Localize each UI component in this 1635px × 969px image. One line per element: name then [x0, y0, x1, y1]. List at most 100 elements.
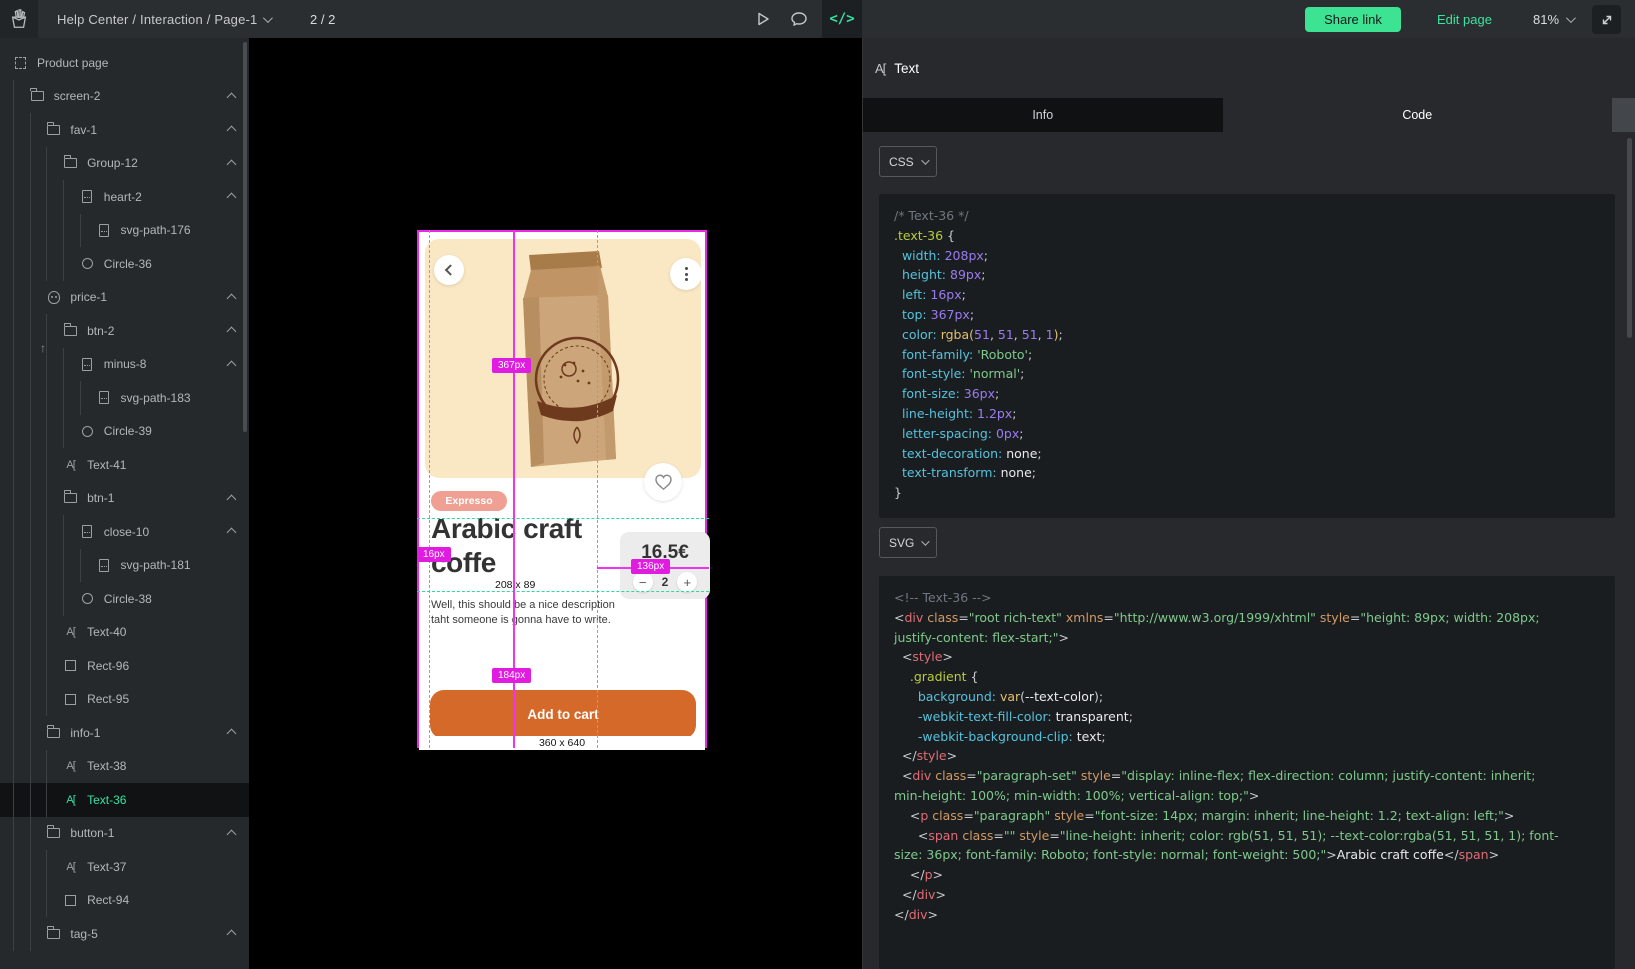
collapse-chevron-icon[interactable]	[227, 327, 237, 337]
layer-row-close-10[interactable]: close-10	[0, 515, 249, 549]
indent-guide	[46, 649, 47, 683]
css-dropdown[interactable]: CSS	[879, 146, 937, 177]
layer-label: svg-path-181	[121, 558, 191, 572]
indent-guide	[63, 348, 64, 382]
layer-row-Circle-36[interactable]: Circle-36	[0, 247, 249, 281]
layer-row-Text-37[interactable]: A[Text-37	[0, 850, 249, 884]
more-options-button[interactable]	[670, 258, 701, 290]
plus-button[interactable]: +	[677, 572, 697, 592]
code-mode-button[interactable]: </>	[822, 0, 862, 38]
indent-guide	[46, 314, 47, 348]
layer-row-Rect-96[interactable]: Rect-96	[0, 649, 249, 683]
expand-arrows-icon	[1600, 13, 1614, 27]
fullscreen-button[interactable]	[1592, 5, 1621, 34]
layer-row-button-1[interactable]: button-1	[0, 817, 249, 851]
selection-size-label: 208 x 89	[495, 579, 535, 591]
layer-label: Text-40	[87, 625, 126, 639]
code-line: color: rgba(51, 51, 51, 1);	[894, 325, 1600, 345]
indent-guide	[30, 314, 31, 348]
indent-guide	[13, 448, 14, 482]
layer-row-btn-2[interactable]: btn-2	[0, 314, 249, 348]
layer-label: Circle-39	[104, 424, 152, 438]
quantity-value: 2	[662, 575, 669, 589]
play-button[interactable]	[748, 0, 778, 38]
indent-guide	[46, 482, 47, 516]
layer-label: Circle-36	[104, 257, 152, 271]
indent-guide	[30, 147, 31, 181]
indent-guide	[13, 482, 14, 516]
collapse-chevron-icon[interactable]	[227, 494, 237, 504]
layer-label: Circle-38	[104, 592, 152, 606]
indent-guide	[13, 549, 14, 583]
indent-guide	[30, 214, 31, 248]
minus-button[interactable]: −	[633, 572, 653, 592]
tab-info[interactable]: Info	[863, 98, 1223, 132]
collapse-chevron-icon[interactable]	[227, 159, 237, 169]
text-icon: A[	[63, 759, 78, 774]
zoom-control[interactable]: 81%	[1533, 0, 1573, 38]
comment-button[interactable]	[784, 0, 814, 38]
layer-row-Text-40[interactable]: A[Text-40	[0, 616, 249, 650]
collapse-chevron-icon[interactable]	[227, 126, 237, 136]
layer-row-Text-41[interactable]: A[Text-41	[0, 448, 249, 482]
layer-row-svg-path-183[interactable]: svg-path-183	[0, 381, 249, 415]
layer-row-svg-path-176[interactable]: svg-path-176	[0, 214, 249, 248]
sidebar-scrollbar[interactable]	[243, 42, 247, 432]
app-logo[interactable]	[0, 0, 38, 38]
layer-row-tag-5[interactable]: tag-5	[0, 917, 249, 951]
code-line: line-height: 1.2px;	[894, 404, 1600, 424]
screen-frame[interactable]: Expresso Arabic craft coffe 208 x 89 Wel…	[417, 230, 707, 748]
breadcrumb[interactable]: Help Center / Interaction / Page-1	[57, 0, 270, 38]
collapse-chevron-icon[interactable]	[227, 729, 237, 739]
indent-guide	[13, 214, 14, 248]
app-window: Help Center / Interaction / Page-1 2 / 2…	[0, 0, 1635, 969]
layer-row-Circle-39[interactable]: Circle-39	[0, 415, 249, 449]
collapse-chevron-icon[interactable]	[227, 193, 237, 203]
layer-row-fav-1[interactable]: fav-1	[0, 113, 249, 147]
tab-code[interactable]: Code	[1223, 98, 1613, 132]
layer-row-heart-2[interactable]: heart-2	[0, 180, 249, 214]
layer-row-Rect-95[interactable]: Rect-95	[0, 683, 249, 717]
layer-row-Text-36[interactable]: A[Text-36	[0, 783, 249, 817]
indent-guide	[63, 180, 64, 214]
collapse-chevron-icon[interactable]	[227, 528, 237, 538]
collapse-chevron-icon[interactable]	[227, 293, 237, 303]
indent-guide	[13, 415, 14, 449]
css-code-block[interactable]: /* Text-36 */.text-36 { width: 208px; he…	[879, 194, 1615, 518]
favorite-button[interactable]	[644, 463, 682, 501]
layer-row-price-1[interactable]: price-1	[0, 281, 249, 315]
layer-row-Product page[interactable]: Product page	[0, 46, 249, 80]
svg-code-block[interactable]: <!-- Text-36 --><div class="root rich-te…	[879, 576, 1615, 969]
collapse-chevron-icon[interactable]	[227, 92, 237, 102]
layer-row-minus-8[interactable]: minus-8	[0, 348, 249, 382]
layer-row-screen-2[interactable]: screen-2	[0, 80, 249, 114]
layer-row-Text-38[interactable]: A[Text-38	[0, 750, 249, 784]
collapse-chevron-icon[interactable]	[227, 829, 237, 839]
guide-horizontal-top	[417, 518, 709, 519]
layer-label: info-1	[70, 726, 100, 740]
add-to-cart-button[interactable]: Add to cart	[430, 690, 696, 739]
svg-dropdown[interactable]: SVG	[879, 527, 937, 558]
code-line: <span class="" style="line-height: inher…	[894, 826, 1600, 846]
share-link-button[interactable]: Share link	[1305, 7, 1401, 32]
back-button[interactable]	[434, 255, 464, 285]
panel-header: A[ Text	[863, 38, 1635, 98]
indent-guide	[46, 616, 47, 650]
canvas[interactable]: Expresso Arabic craft coffe 208 x 89 Wel…	[249, 38, 862, 969]
layer-row-info-1[interactable]: info-1	[0, 716, 249, 750]
panel-scrollbar[interactable]	[1627, 138, 1632, 338]
layer-row-svg-path-181[interactable]: svg-path-181	[0, 549, 249, 583]
indent-guide	[30, 180, 31, 214]
collapse-chevron-icon[interactable]	[227, 930, 237, 940]
layer-row-btn-1[interactable]: btn-1	[0, 482, 249, 516]
indent-guide	[46, 147, 47, 181]
layer-row-Circle-38[interactable]: Circle-38	[0, 582, 249, 616]
indent-guide	[46, 884, 47, 918]
code-line: </p>	[894, 865, 1600, 885]
layer-row-Group-12[interactable]: Group-12	[0, 147, 249, 181]
indent-guide	[13, 716, 14, 750]
collapse-chevron-icon[interactable]	[227, 360, 237, 370]
layer-row-Rect-94[interactable]: Rect-94	[0, 884, 249, 918]
indent-guide	[13, 683, 14, 717]
edit-page-link[interactable]: Edit page	[1437, 0, 1492, 38]
